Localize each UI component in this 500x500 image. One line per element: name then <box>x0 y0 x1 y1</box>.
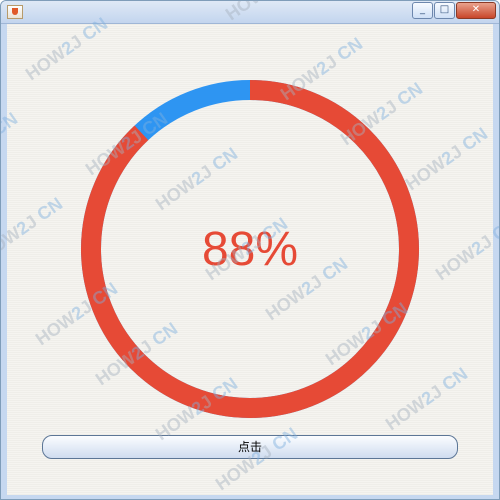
close-button[interactable]: ✕ <box>456 2 496 19</box>
title-bar[interactable]: _ □ ✕ <box>1 1 499 24</box>
java-app-icon <box>7 5 23 19</box>
content-pane: 88% 点击 <box>7 24 493 495</box>
app-window: _ □ ✕ 88% 点击 HOW2J CNHOW2J CNHOW2J CNHOW… <box>0 0 500 500</box>
click-button[interactable]: 点击 <box>42 435 458 459</box>
progress-percent-label: 88% <box>201 222 299 276</box>
maximize-button[interactable]: □ <box>434 2 455 19</box>
minimize-button[interactable]: _ <box>412 2 433 19</box>
circular-progress: 88% <box>80 79 420 419</box>
window-controls: _ □ ✕ <box>411 2 496 19</box>
